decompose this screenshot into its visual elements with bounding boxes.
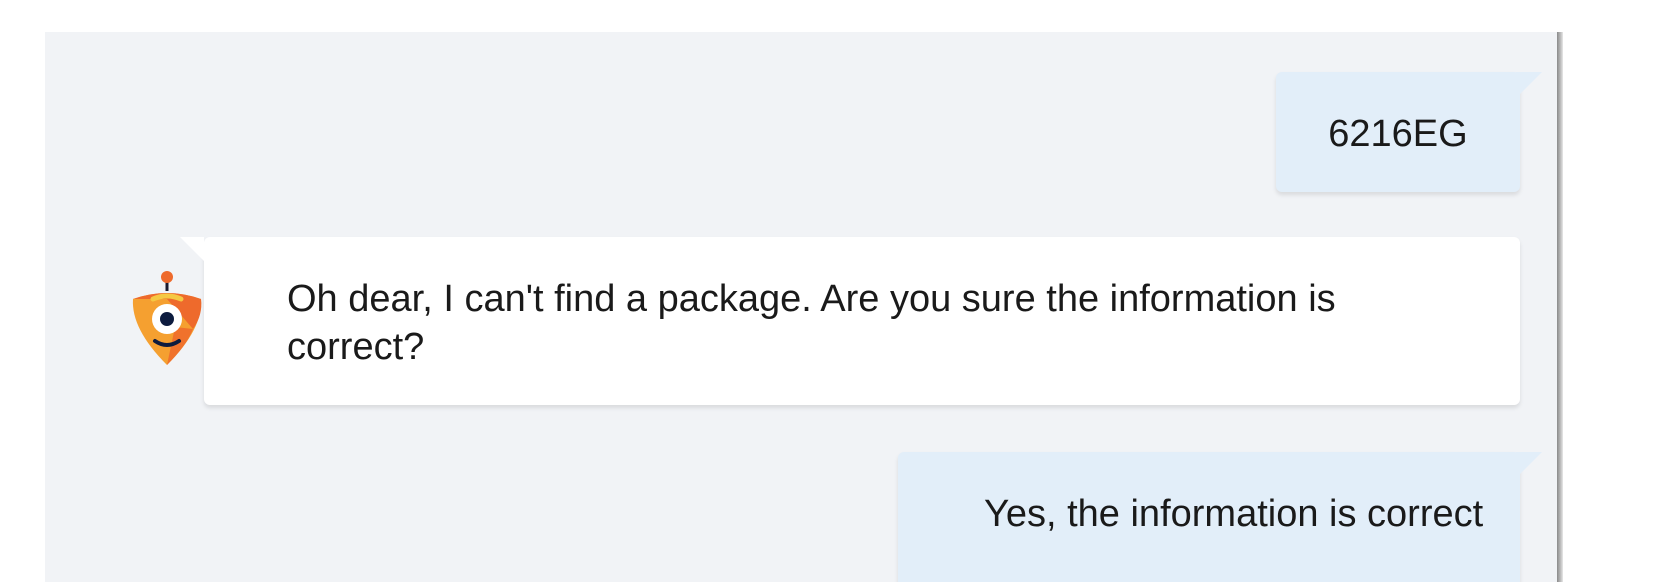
chat-panel: 6216EG Oh dear, I can't find a package. … bbox=[45, 32, 1557, 582]
message-text: Yes, the information is correct bbox=[984, 493, 1484, 535]
user-message: 6216EG bbox=[1276, 72, 1542, 192]
message-text: 6216EG bbox=[1328, 113, 1468, 155]
bot-avatar bbox=[127, 269, 207, 369]
bot-message: Oh dear, I can't find a package. Are you… bbox=[180, 237, 1520, 405]
bubble-tail bbox=[1516, 72, 1542, 98]
user-message: Yes, the information is correct bbox=[898, 452, 1542, 582]
message-text: Oh dear, I can't find a package. Are you… bbox=[287, 278, 1336, 368]
bubble-tail bbox=[180, 237, 204, 261]
bot-mascot-icon bbox=[132, 271, 202, 365]
scrollbar-edge[interactable] bbox=[1557, 32, 1563, 582]
bubble-tail bbox=[1516, 452, 1542, 478]
